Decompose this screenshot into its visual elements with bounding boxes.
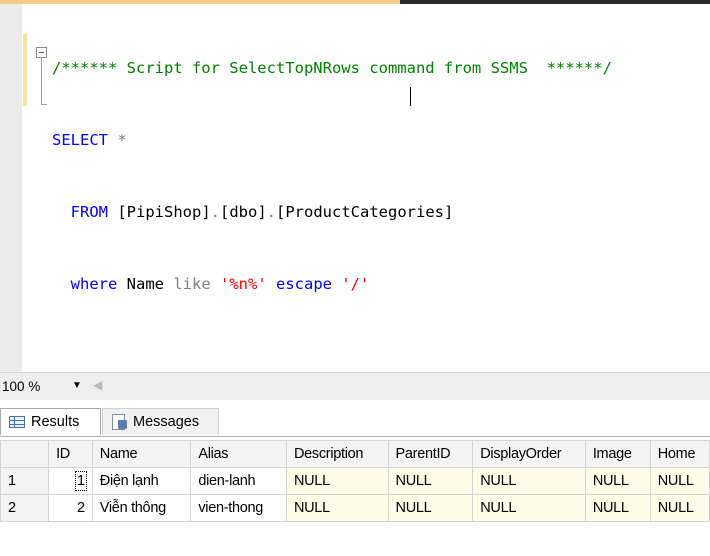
column-header-displayorder[interactable]: DisplayOrder: [472, 440, 586, 468]
zoom-bar: 100 % ▼ ◀: [0, 372, 710, 400]
cell-image[interactable]: NULL: [584, 467, 651, 495]
grid-icon: [9, 416, 25, 428]
code-token: .: [210, 203, 220, 221]
code-token: *: [117, 131, 127, 149]
cell-id-value: 1: [75, 471, 87, 491]
code-token: like: [173, 275, 220, 293]
cell-displayorder[interactable]: NULL: [472, 494, 586, 522]
code-token: /****** Script for SelectTopNRows comman…: [52, 59, 612, 77]
tab-messages-label: Messages: [133, 414, 200, 430]
cell-name[interactable]: Viễn thông: [91, 494, 192, 522]
messages-icon: [111, 414, 127, 430]
code-token: [PipiShop]: [117, 203, 211, 221]
table-row[interactable]: 1 1 Điện lạnh dien-lanh NULL NULL NULL N…: [0, 467, 710, 495]
code-token: Name: [126, 275, 174, 293]
tab-results[interactable]: Results: [0, 408, 101, 435]
code-text[interactable]: /****** Script for SelectTopNRows comman…: [0, 8, 612, 344]
cell-description[interactable]: NULL: [285, 467, 389, 495]
cell-home[interactable]: NULL: [649, 467, 710, 495]
column-header-name[interactable]: Name: [91, 440, 192, 468]
text-caret: [410, 87, 411, 106]
column-header-description[interactable]: Description: [285, 440, 389, 468]
results-table: ID Name Alias Description ParentID Displ…: [0, 440, 710, 522]
cell-image[interactable]: NULL: [584, 494, 651, 522]
cell-home[interactable]: NULL: [649, 494, 710, 522]
cell-description[interactable]: NULL: [285, 494, 389, 522]
cell-parentid[interactable]: NULL: [387, 467, 474, 495]
code-token: SELECT: [52, 131, 118, 149]
results-grid[interactable]: ID Name Alias Description ParentID Displ…: [0, 436, 710, 556]
cell-id[interactable]: 1: [48, 467, 93, 495]
code-token: '/': [341, 275, 370, 293]
column-header-alias[interactable]: Alias: [190, 440, 287, 468]
cell-parentid[interactable]: NULL: [387, 494, 474, 522]
column-header-home[interactable]: Home: [649, 440, 710, 468]
cell-alias[interactable]: vien-thong: [190, 494, 287, 522]
code-token: [ProductCategories]: [276, 203, 454, 221]
row-number[interactable]: 1: [0, 467, 50, 495]
column-header-id[interactable]: ID: [48, 440, 93, 468]
cell-name[interactable]: Điện lạnh: [91, 467, 192, 495]
column-header-rownum[interactable]: [0, 440, 50, 468]
tab-results-label: Results: [31, 414, 80, 430]
cell-alias[interactable]: dien-lanh: [190, 467, 287, 495]
code-token: [dbo]: [220, 203, 267, 221]
code-line-from: FROM [PipiShop].[dbo].[ProductCategories…: [0, 200, 612, 224]
tab-messages[interactable]: Messages: [102, 408, 219, 435]
code-token: .: [266, 203, 277, 221]
scroll-left-icon[interactable]: ◀: [93, 378, 102, 392]
code-line-comment: /****** Script for SelectTopNRows comman…: [0, 56, 612, 80]
column-header-parentid[interactable]: ParentID: [387, 440, 474, 468]
zoom-dropdown-icon[interactable]: ▼: [72, 380, 82, 391]
code-token: where: [52, 275, 127, 293]
header-row: ID Name Alias Description ParentID Displ…: [0, 440, 710, 468]
row-number[interactable]: 2: [0, 494, 50, 522]
cell-displayorder[interactable]: NULL: [472, 467, 586, 495]
column-header-image[interactable]: Image: [584, 440, 651, 468]
results-tab-bar: Results Messages: [0, 400, 710, 436]
table-row[interactable]: 2 2 Viễn thông vien-thong NULL NULL NULL…: [0, 494, 710, 522]
code-token: escape: [276, 275, 342, 293]
code-line-select: SELECT *: [0, 128, 612, 152]
code-token: '%n%': [220, 275, 276, 293]
code-line-where: where Name like '%n%' escape '/': [0, 272, 612, 296]
zoom-level[interactable]: 100 %: [2, 379, 40, 394]
query-editor[interactable]: /****** Script for SelectTopNRows comman…: [0, 4, 710, 372]
code-token: FROM: [52, 203, 118, 221]
cell-id[interactable]: 2: [48, 494, 93, 522]
